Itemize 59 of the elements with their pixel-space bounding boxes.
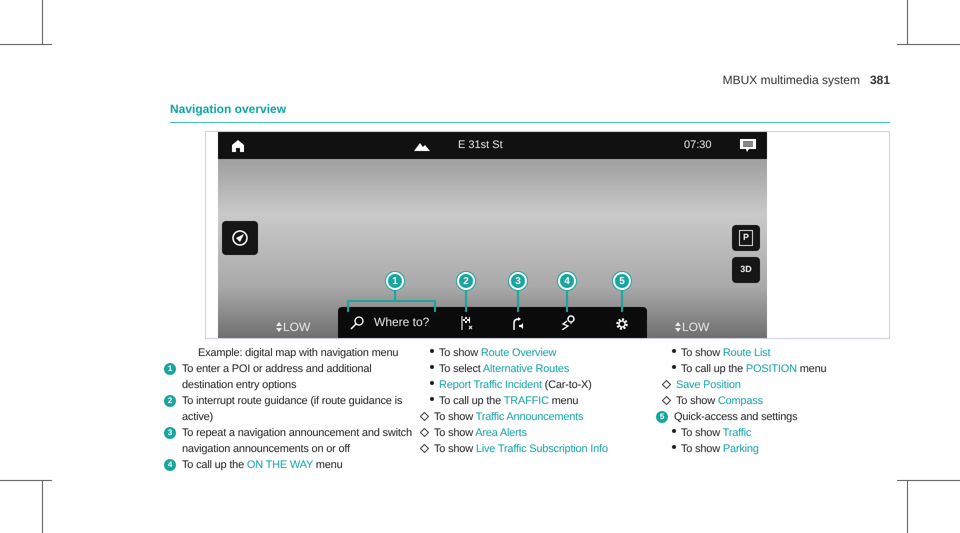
section-title: Navigation overview [170,100,890,123]
where-to-button[interactable]: Where to? [374,315,430,329]
leader-line [566,290,568,312]
bullet-icon [430,365,434,369]
callout-marker: 4 [558,272,576,290]
bullet-icon [672,349,676,353]
bullet-icon [672,365,676,369]
callout-marker: 2 [457,272,475,290]
street-name: E 31st St [458,138,503,152]
up-down-icon[interactable] [276,322,282,332]
leader-line [621,290,623,312]
callout-marker: 1 [386,272,404,290]
clock-time: 07:30 [684,138,712,152]
header-section: MBUX multimedia system [722,73,860,87]
bullet-icon [672,445,676,449]
route-speaker-icon[interactable] [512,317,526,330]
list-text: To show Route List [681,346,772,361]
list-text: To call up the TRAFFIC menu [439,394,580,409]
compass-icon[interactable] [231,229,249,247]
number-badge: 2 [164,395,176,407]
message-icon[interactable] [740,139,756,152]
search-icon[interactable] [350,316,364,330]
list-text: To show Compass [676,394,764,409]
mountain-icon[interactable] [414,141,430,151]
page-number: 381 [870,73,890,87]
number-badge: 1 [164,363,176,375]
list-text: To interrupt route guidance (if route guidance is active) [182,394,404,425]
bullet-icon [430,397,434,401]
number-badge: 5 [656,411,668,423]
callout-marker: 3 [509,272,527,290]
number-badge: 4 [164,459,176,471]
list-text: To call up the ON THE WAY menu [182,458,344,473]
list-text: To select Alternative Routes [439,362,570,377]
leader-line [465,290,467,312]
view-3d-button[interactable]: 3D [732,257,760,283]
settings-icon[interactable] [615,317,629,331]
up-down-icon[interactable] [675,322,681,332]
bullet-icon [672,429,676,433]
bullet-icon [430,381,434,385]
list-text: Report Traffic Incident (Car-to-X) [439,378,593,393]
route-pin-icon[interactable] [561,315,575,330]
locate-button[interactable] [222,221,258,255]
list-text: To call up the POSITION menu [681,362,828,377]
list-text: To show Traffic [681,426,752,441]
callout-marker: 5 [613,272,631,290]
home-icon[interactable] [232,140,244,152]
number-badge: 3 [164,427,176,439]
caption-text: Example: digital map with navigation menu [197,346,400,361]
parking-button[interactable]: P [732,225,760,251]
list-text: Quick-access and settings [674,410,798,425]
list-text: To show Parking [681,442,760,457]
list-text: To show Area Alerts [434,426,528,441]
list-text: To show Live Traffic Subscription Info [434,442,609,457]
bullet-icon [430,349,434,353]
list-text: To enter a POI or address and additional destination entry options [182,362,373,393]
list-text: To show Route Overview [439,346,558,361]
leader-line [517,290,519,312]
flag-icon[interactable] [461,316,473,330]
list-text: Save Position [676,378,742,393]
